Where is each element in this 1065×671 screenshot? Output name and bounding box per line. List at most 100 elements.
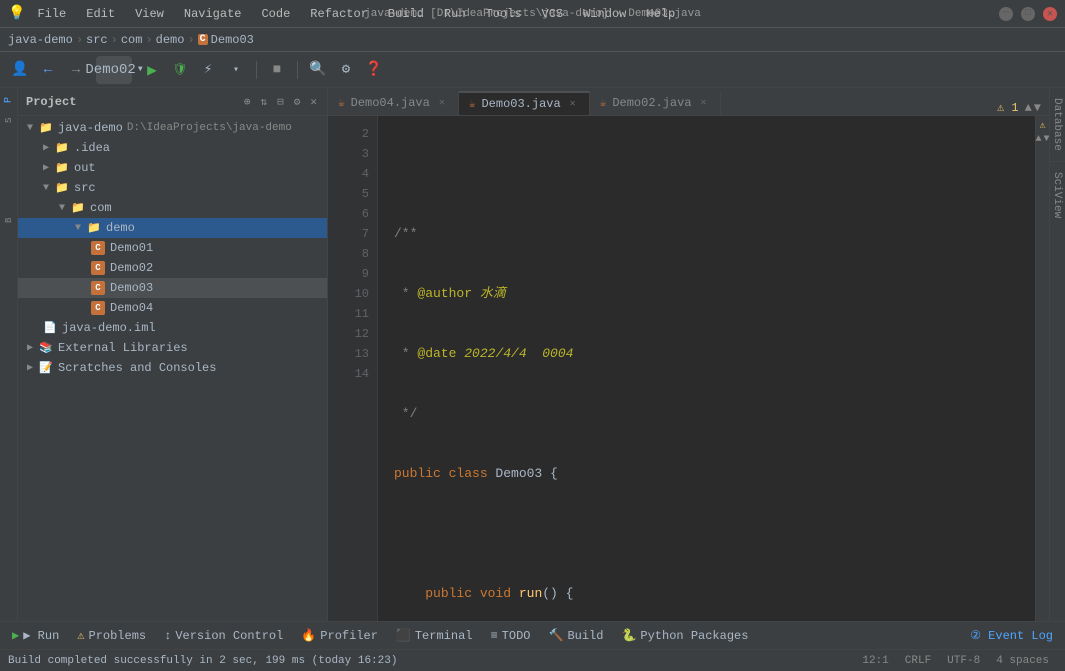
toolbar-back-btn[interactable]: ← — [36, 58, 60, 82]
breadcrumb-java-demo[interactable]: java-demo — [8, 33, 73, 47]
event-log-label: ② Event Log — [970, 628, 1053, 643]
indent[interactable]: 4 spaces — [988, 655, 1057, 667]
problems-btn[interactable]: ⚠ Problems — [69, 625, 154, 647]
gutter-nav-up[interactable]: ▲ — [1035, 134, 1041, 145]
search-everywhere-btn[interactable]: 🔍 — [306, 58, 330, 82]
tree-item-src[interactable]: ▼ 📁 src — [18, 178, 327, 198]
code-line-5: * @date 2022/4/4 0004 — [394, 344, 1035, 364]
project-tree: ▼ 📁 java-demo D:\IdeaProjects\java-demo … — [18, 116, 327, 621]
project-collapse-btn[interactable]: ⊟ — [277, 95, 284, 109]
tab-demo04-close[interactable]: ✕ — [436, 97, 448, 109]
tree-item-demo04[interactable]: C Demo04 — [18, 298, 327, 318]
profile-button[interactable]: ⚡ — [196, 58, 220, 82]
tree-item-demo03[interactable]: C Demo03 — [18, 278, 327, 298]
line-num-13: 13 — [328, 344, 369, 364]
menu-edit[interactable]: Edit — [82, 5, 119, 23]
warning-count[interactable]: ⚠ 1 — [997, 100, 1019, 115]
left-tab-project[interactable]: P — [1, 92, 17, 108]
settings-btn[interactable]: ⚙ — [334, 58, 358, 82]
menu-file[interactable]: File — [33, 5, 70, 23]
terminal-btn[interactable]: ⬛ Terminal — [388, 625, 481, 647]
main-area: P S B Project ⊕ ⇅ ⊟ ⚙ ✕ ▼ 📁 java-demo D:… — [0, 88, 1065, 621]
status-message: Build completed successfully in 2 sec, 1… — [8, 655, 397, 667]
build-btn[interactable]: 🔨 Build — [540, 625, 611, 647]
tree-arrow-com: ▼ — [54, 203, 70, 214]
breadcrumb-demo03-label[interactable]: Demo03 — [211, 33, 254, 47]
menu-code[interactable]: Code — [257, 5, 294, 23]
line-ending[interactable]: CRLF — [897, 655, 939, 667]
tree-item-demo02[interactable]: C Demo02 — [18, 258, 327, 278]
cursor-pos-label: 12:1 — [862, 655, 888, 667]
title-bar-controls: ─ □ ✕ — [999, 7, 1057, 21]
right-tab-sciview[interactable]: SciView — [1050, 162, 1065, 228]
help-btn[interactable]: ❓ — [362, 58, 386, 82]
cursor-position[interactable]: 12:1 — [854, 655, 896, 667]
tab-demo03-close[interactable]: ✕ — [567, 98, 579, 110]
tree-item-iml[interactable]: 📄 java-demo.iml — [18, 318, 327, 338]
coverage-button[interactable]: 🛡 — [168, 58, 192, 82]
maximize-button[interactable]: □ — [1021, 7, 1035, 21]
build-label: Build — [567, 629, 603, 643]
left-tab-structure[interactable]: S — [1, 112, 17, 128]
toolbar-forward-btn[interactable]: → — [64, 58, 88, 82]
gutter-warning[interactable]: ⚠ — [1036, 116, 1049, 132]
profiler-btn[interactable]: 🔥 Profiler — [293, 625, 386, 647]
todo-btn[interactable]: ≡ TODO — [482, 625, 538, 647]
vcs-icon: ↕ — [164, 629, 171, 643]
breadcrumb-com[interactable]: com — [121, 33, 143, 47]
run-config-group: Demo02 ▼ — [96, 56, 132, 84]
menu-refactor[interactable]: Refactor — [306, 5, 372, 23]
more-run-btn[interactable]: ▾ — [224, 58, 248, 82]
close-button[interactable]: ✕ — [1043, 7, 1057, 21]
gutter-nav: ▲ ▼ — [1036, 132, 1049, 147]
encoding[interactable]: UTF-8 — [939, 655, 988, 667]
project-settings-btn[interactable]: ⚙ — [294, 95, 301, 109]
left-tab-bookmarks[interactable]: B — [1, 212, 17, 228]
nav-bar: java-demo › src › com › demo › C Demo03 — [0, 28, 1065, 52]
tab-demo03-icon: ☕ — [469, 97, 476, 111]
tree-item-scratch[interactable]: ▶ 📝 Scratches and Consoles — [18, 358, 327, 378]
python-btn[interactable]: 🐍 Python Packages — [613, 625, 756, 647]
run-button[interactable]: ▶ — [140, 58, 164, 82]
breadcrumb-sep-1: › — [76, 33, 83, 47]
tab-demo03[interactable]: ☕ Demo03.java ✕ — [459, 91, 590, 115]
menu-navigate[interactable]: Navigate — [180, 5, 246, 23]
tab-demo04[interactable]: ☕ Demo04.java ✕ — [328, 91, 459, 115]
version-control-btn[interactable]: ↕ Version Control — [156, 625, 291, 647]
event-log-btn[interactable]: ② Event Log — [962, 626, 1061, 645]
tree-item-idea[interactable]: ▶ 📁 .idea — [18, 138, 327, 158]
terminal-icon: ⬛ — [396, 628, 411, 643]
line-num-3: ▼3 — [328, 144, 369, 164]
tree-icon-demo: 📁 — [86, 220, 102, 236]
problems-label: Problems — [89, 629, 147, 643]
project-header-btn[interactable]: ⊕ — [244, 95, 251, 109]
project-sort-btn[interactable]: ⇅ — [261, 95, 268, 109]
tab-demo02[interactable]: ☕ Demo02.java ✕ — [590, 91, 721, 115]
tree-item-demo[interactable]: ▼ 📁 demo — [18, 218, 327, 238]
editor-content: 2 ▼3 4 5 6 7 8 ▼9 10 ▼11 12 13 14 — [328, 116, 1049, 621]
tree-item-com[interactable]: ▼ 📁 com — [18, 198, 327, 218]
breadcrumb-src[interactable]: src — [86, 33, 108, 47]
project-close-btn[interactable]: ✕ — [310, 95, 317, 109]
tabs-nav-up[interactable]: ▲ — [1025, 101, 1032, 115]
right-tab-database[interactable]: Database — [1050, 88, 1065, 161]
todo-label: TODO — [502, 629, 531, 643]
run-btn[interactable]: ▶ ▶ Run — [4, 625, 67, 647]
line-num-10: 10 — [328, 284, 369, 304]
tree-item-extlib[interactable]: ▶ 📚 External Libraries — [18, 338, 327, 358]
tab-demo02-close[interactable]: ✕ — [698, 97, 710, 109]
tree-item-demo01[interactable]: C Demo01 — [18, 238, 327, 258]
tree-label-demo01: Demo01 — [110, 241, 153, 255]
tree-label-demo03: Demo03 — [110, 281, 153, 295]
line-ending-label: CRLF — [905, 655, 931, 667]
stop-button[interactable]: ■ — [265, 58, 289, 82]
code-area[interactable]: /** * @author 水滴 * @date 2022/4/4 0004 *… — [378, 116, 1035, 621]
tree-item-out[interactable]: ▶ 📁 out — [18, 158, 327, 178]
menu-view[interactable]: View — [131, 5, 168, 23]
tree-item-java-demo[interactable]: ▼ 📁 java-demo D:\IdeaProjects\java-demo — [18, 118, 327, 138]
tabs-nav-down[interactable]: ▼ — [1034, 101, 1041, 115]
run-config-dropdown-btn[interactable]: Demo02 ▼ — [102, 58, 126, 82]
breadcrumb-demo[interactable]: demo — [156, 33, 185, 47]
minimize-button[interactable]: ─ — [999, 7, 1013, 21]
toolbar-git-btn[interactable]: 👤 — [8, 58, 32, 82]
